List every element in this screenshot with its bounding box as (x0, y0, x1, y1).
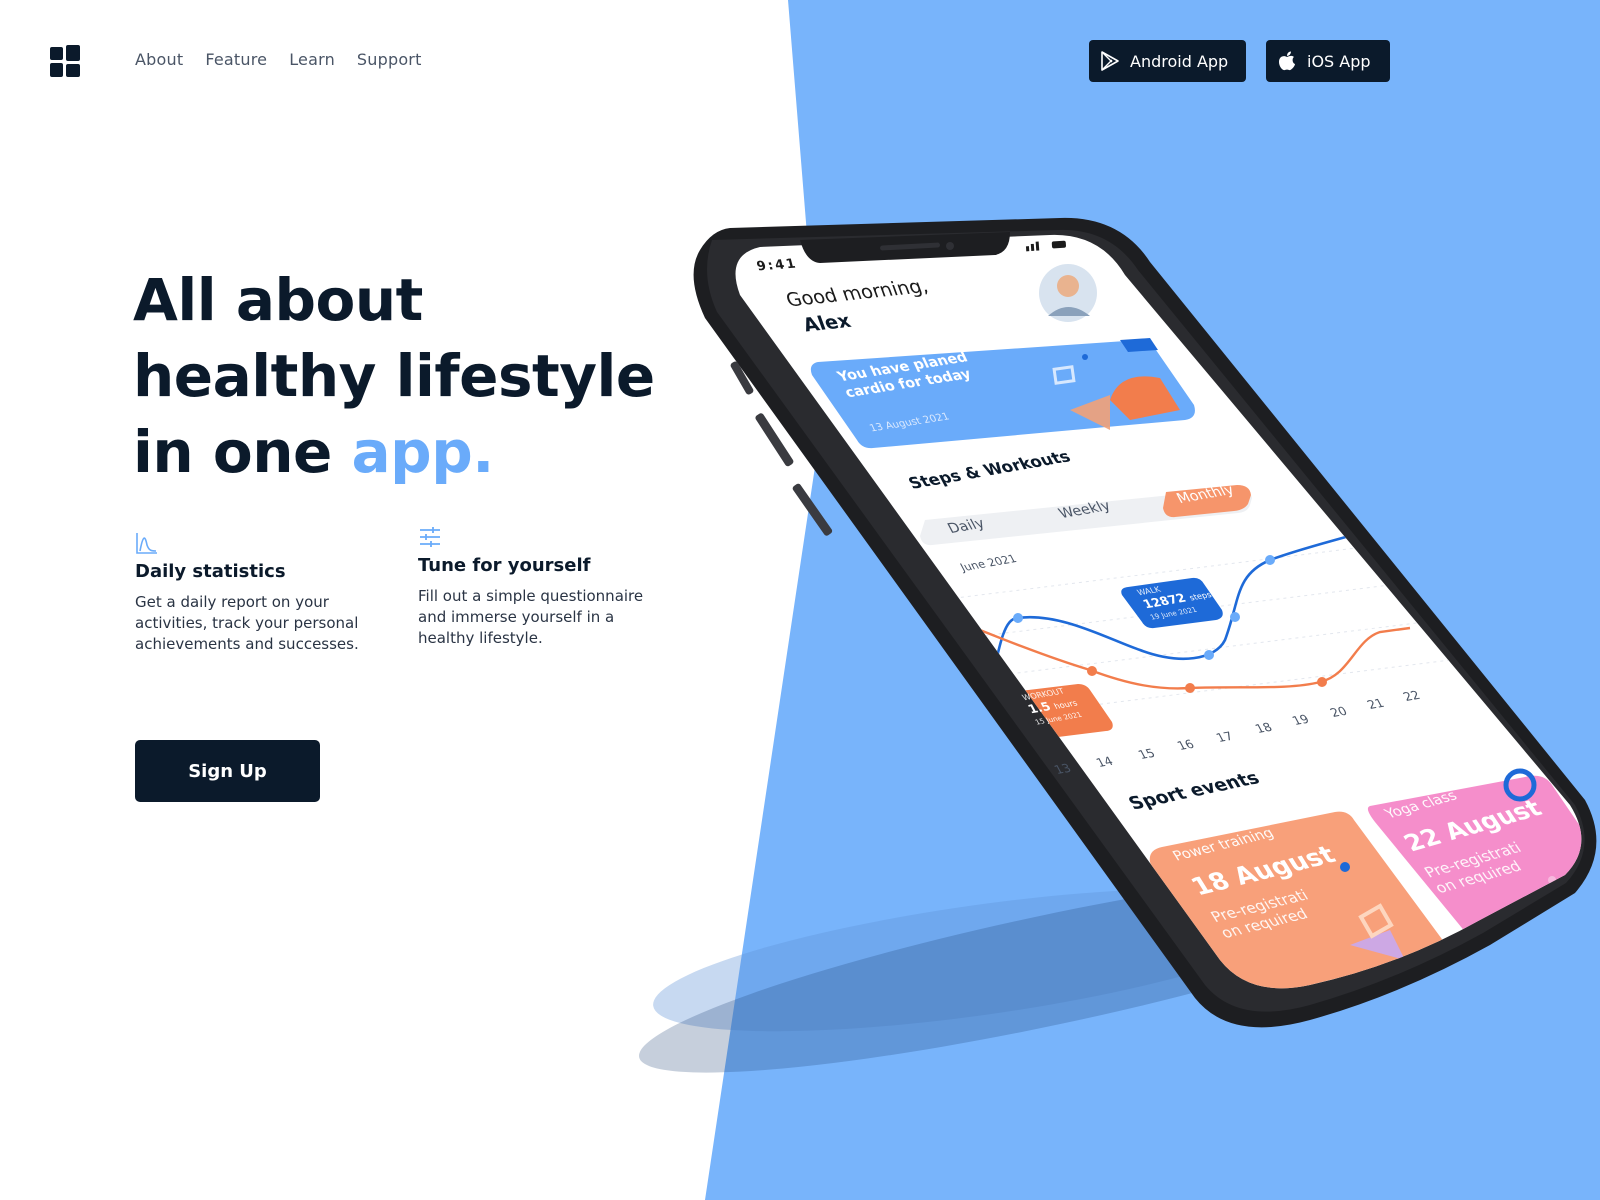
chart-day-label: 15 (1135, 746, 1158, 762)
workout-tooltip: WORKOUT 1.5 hours 15 June 2021 (1020, 685, 1086, 729)
steps-section-title: Steps & Workouts (905, 446, 1074, 493)
status-time: 9:41 (755, 256, 800, 275)
chart-day-label: 17 (1213, 729, 1236, 745)
chart-month-label: June 2021 (958, 552, 1020, 575)
event-card-power-training[interactable]: Power training 18 August Pre-registrati … (1170, 815, 1366, 942)
phone-screen-text: 9:41 Good morning, Alex You have planed … (0, 0, 1600, 1200)
tab-weekly[interactable]: Weekly (1056, 498, 1114, 522)
banner-date: 13 August 2021 (868, 411, 952, 435)
greeting-text: Good morning, (783, 275, 932, 312)
sport-events-title: Sport events (1125, 767, 1264, 815)
chart-day-label: 14 (1093, 754, 1116, 770)
chart-day-label: 20 (1327, 704, 1350, 720)
chart-day-label: 18 (1252, 720, 1275, 736)
tab-daily[interactable]: Daily (945, 516, 988, 537)
chart-day-label: 19 (1289, 712, 1312, 728)
chart-day-label: 16 (1174, 737, 1197, 753)
walk-tooltip: WALK 12872 steps 19 June 2021 (1135, 576, 1220, 623)
event-card-yoga-class[interactable]: Yoga class 22 August Pre-registrati on r… (1382, 770, 1574, 897)
chart-day-label: 21 (1364, 696, 1387, 712)
chart-day-label: 22 (1400, 688, 1423, 704)
tab-monthly[interactable]: Monthly (1174, 482, 1237, 507)
banner-text: You have planed cardio for today (835, 350, 978, 402)
user-name: Alex (800, 310, 854, 337)
chart-day-label: 13 (1051, 761, 1074, 777)
